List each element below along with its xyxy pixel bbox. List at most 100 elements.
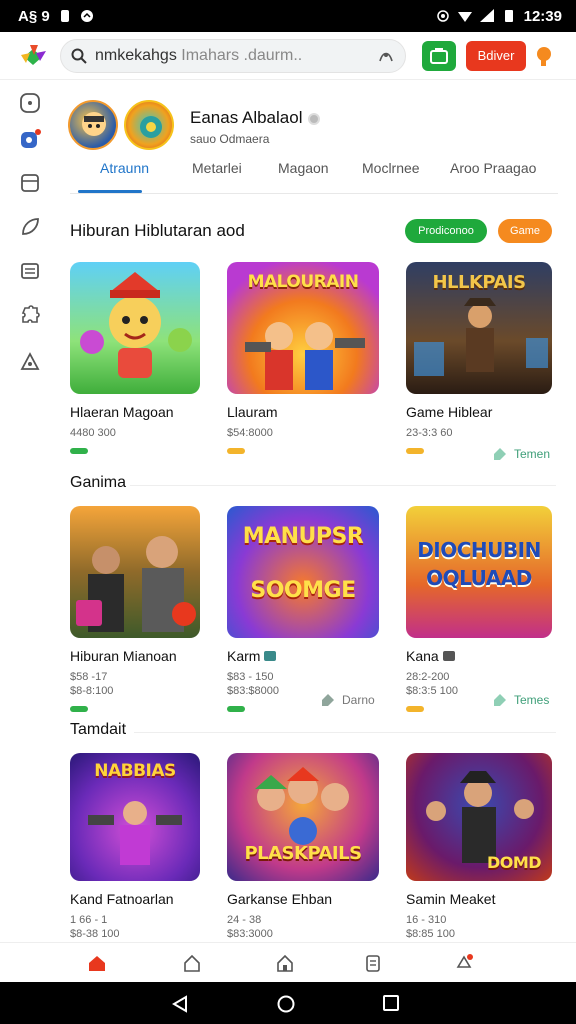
battery-icon [504, 10, 513, 22]
thumbnail-title-art: PLASKPAILS [244, 843, 362, 864]
tab-metarlei[interactable]: Metarlei [192, 160, 242, 176]
library-icon[interactable] [19, 172, 41, 194]
game-title: Hlaeran Magoan [70, 404, 174, 420]
game-card[interactable]: DIOCHUBIN OQLUAAD Kana 28:2-200 $8:3:5 10… [406, 506, 552, 712]
game-card[interactable]: MALOURAIN Llauram $54:8000 [227, 262, 379, 454]
deliver-button[interactable]: Bdiver [466, 40, 526, 71]
section-title: Hiburan Hiblutaran aod [70, 221, 245, 240]
game-thumbnail[interactable]: PLASKPAILS [227, 753, 379, 881]
system-navigation-bar [0, 982, 576, 1024]
apps-icon[interactable] [275, 953, 295, 973]
puzzle-icon[interactable] [19, 304, 41, 326]
recents-icon[interactable] [383, 995, 399, 1011]
section-divider [134, 732, 556, 733]
game-title: Garkanse Ehban [227, 891, 333, 907]
game-chip[interactable]: Game [498, 219, 552, 243]
store-icon [430, 47, 448, 64]
rating-indicator [227, 706, 245, 712]
books-icon[interactable] [363, 953, 383, 973]
profile-name: Eanas Albalaol [190, 108, 321, 128]
profile-subtitle: sauo Odmaera [190, 132, 270, 146]
thumbnail-title-art: DOMD [486, 853, 542, 872]
avatar[interactable] [68, 100, 118, 150]
tab-magaon[interactable]: Magaon [278, 160, 329, 176]
game-title: Kand Fatnoarlan [70, 891, 174, 907]
game-thumbnail[interactable]: MANUPSR SOOMGE [227, 506, 379, 638]
game-meta: 24 - 38 $83:3000 [227, 914, 273, 940]
app-logo-icon[interactable] [16, 39, 50, 73]
rating-indicator [406, 448, 424, 454]
controller-icon [442, 651, 455, 661]
section-divider [130, 485, 556, 486]
game-meta: $54:8000 [227, 427, 273, 439]
search-input[interactable]: nmkekahgs Imahars .daurm.. [60, 38, 406, 73]
game-card[interactable]: NABBIAS Kand Fatnoarlan 1 66 - 1 $8-38 10… [70, 753, 216, 941]
chat-icon [80, 10, 93, 22]
game-meta: 23-3:3 60 [406, 427, 453, 439]
game-card[interactable]: Hiburan Mianoan $58 -17 $8-8:100 [70, 506, 216, 712]
game-title: Llauram [227, 404, 278, 420]
section-title: Ganima [70, 474, 127, 491]
section-title: Tamdait [70, 721, 127, 738]
notifications-icon[interactable] [454, 953, 474, 973]
tab-bar: Atraunn Metarlei Magaon Moclrnee Aroo Pr… [70, 150, 558, 194]
game-thumbnail[interactable]: DIOCHUBIN OQLUAAD [406, 506, 552, 638]
games-icon[interactable] [182, 953, 202, 973]
rating-indicator [406, 706, 424, 712]
status-carrier: A§ 9 [18, 7, 50, 25]
store-button[interactable] [422, 40, 456, 71]
game-title: Karm [227, 648, 373, 664]
news-icon[interactable] [19, 260, 41, 282]
rating-indicator [227, 448, 245, 454]
tab-moclrnee[interactable]: Moclrnee [362, 160, 420, 176]
tab-atraunn[interactable]: Atraunn [100, 160, 149, 176]
status-time: 12:39 [523, 7, 562, 25]
game-card[interactable]: Hlaeran Magoan 4480 300 [70, 262, 216, 454]
game-thumbnail[interactable] [70, 506, 200, 638]
game-card[interactable]: DOMD Samin Meaket 16 - 310 $8:85 100 [406, 753, 552, 941]
game-card[interactable]: PLASKPAILS Garkanse Ehban 24 - 38 $83:300… [227, 753, 379, 941]
wifi-icon [457, 12, 472, 22]
tag-link[interactable]: Temen [492, 446, 550, 462]
game-title: Hiburan Mianoan [70, 648, 177, 664]
game-card[interactable]: MANUPSR SOOMGE Karm $83 - 150 $83:$8000 [227, 506, 379, 712]
mic-icon[interactable] [377, 47, 395, 65]
game-title: Game Hiblear [406, 404, 493, 420]
home-circle-icon[interactable] [277, 995, 295, 1013]
game-thumbnail[interactable]: DOMD [406, 753, 552, 881]
status-bar: A§ 9 12:39 [0, 0, 576, 32]
thumbnail-title-art: MANUPSR SOOMGE [242, 524, 364, 603]
avatar-secondary[interactable] [124, 100, 174, 150]
tag-link[interactable]: Darno [320, 692, 375, 708]
hotspot-icon [436, 10, 449, 22]
bottom-navigation [0, 942, 576, 982]
game-thumbnail[interactable]: HLLKPAIS [406, 262, 552, 394]
game-meta: $58 -17 $8-8:100 [70, 671, 114, 697]
game-thumbnail[interactable]: NABBIAS [70, 753, 200, 881]
back-icon[interactable] [172, 995, 188, 1013]
rating-indicator [70, 706, 88, 712]
verified-icon [308, 112, 321, 125]
game-thumbnail[interactable] [70, 262, 200, 394]
notification-icon [60, 10, 69, 22]
game-meta: 4480 300 [70, 427, 116, 439]
tab-aroo-praagao[interactable]: Aroo Praagao [450, 160, 536, 176]
tag-link[interactable]: Temes [492, 692, 549, 708]
chat-bubble-icon[interactable] [19, 92, 41, 114]
tag-icon [494, 694, 506, 706]
home-icon[interactable] [87, 953, 107, 973]
profile-mascot-icon[interactable] [532, 45, 554, 67]
game-card[interactable]: HLLKPAIS Game Hiblear 23-3:3 60 [406, 262, 552, 454]
controller-icon [264, 651, 277, 661]
game-thumbnail[interactable]: MALOURAIN [227, 262, 379, 394]
game-title: Kana [406, 648, 552, 664]
kids-icon[interactable] [19, 350, 41, 372]
production-chip[interactable]: Prodiconoo [405, 219, 487, 243]
top-app-bar: nmkekahgs Imahars .daurm.. Bdiver [0, 32, 576, 80]
leaf-icon[interactable] [19, 216, 41, 238]
discover-icon[interactable] [19, 128, 41, 150]
left-sidebar [0, 80, 60, 942]
game-meta: 1 66 - 1 $8-38 100 [70, 914, 120, 940]
active-tab-indicator [78, 190, 142, 193]
tag-icon [494, 448, 506, 460]
